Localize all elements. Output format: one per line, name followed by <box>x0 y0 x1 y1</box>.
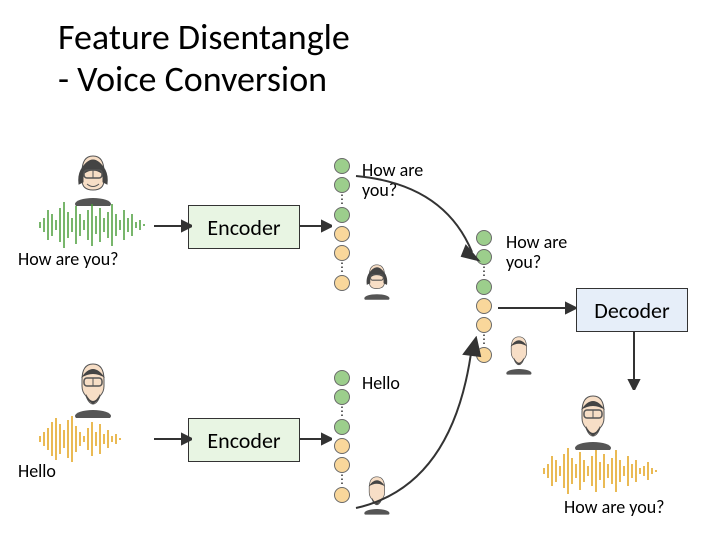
mixed-text-content: How are you? <box>506 232 586 272</box>
content-dot <box>476 279 492 295</box>
decoder-box: Decoder <box>576 288 688 332</box>
speaker-dot <box>334 438 350 454</box>
ellipsis-icon: ⋮ <box>478 268 490 276</box>
encoder-label-2: Encoder <box>207 427 280 454</box>
speaker-dot <box>334 487 350 503</box>
encoder-label-1: Encoder <box>207 214 280 241</box>
arrow-from-encoder-2 <box>298 429 332 449</box>
encoder-box-1: Encoder <box>188 205 300 249</box>
arrow-to-decoder <box>496 298 576 318</box>
output-text: How are you? <box>564 496 665 518</box>
speaker-dot <box>476 298 492 314</box>
content-dot <box>334 370 350 386</box>
title-line-2: - Voice Conversion <box>58 57 327 101</box>
speaker-dot <box>334 457 350 473</box>
arrow-from-encoder-1 <box>298 216 332 236</box>
waveform-orange-output <box>540 446 680 496</box>
ellipsis-icon: ⋮ <box>336 196 348 204</box>
speaker-dot <box>334 226 350 242</box>
content-dot <box>334 389 350 405</box>
encoder-box-2: Encoder <box>188 418 300 462</box>
arrow-from-decoder <box>624 330 644 390</box>
waveform-green-1 <box>36 200 156 250</box>
content-dot <box>334 419 350 435</box>
input-text-1: How are you? <box>18 248 119 270</box>
ellipsis-icon: ⋮ <box>336 408 348 416</box>
arrow-speaker-to-mix <box>354 336 484 516</box>
title-line-1: Feature Disentangle <box>58 15 350 59</box>
waveform-orange-1 <box>36 414 156 464</box>
content-dot <box>334 177 350 193</box>
arrow-to-encoder-2 <box>152 429 192 449</box>
feature-column-2: ⋮ ⋮ <box>334 370 350 503</box>
ellipsis-icon: ⋮ <box>336 264 348 272</box>
avatar-female-small-1 <box>358 262 396 303</box>
input-text-2: Hello <box>18 460 56 482</box>
arrow-content-to-mix <box>354 174 484 264</box>
decoder-label: Decoder <box>594 297 669 324</box>
content-dot <box>334 158 350 174</box>
avatar-male-small-2 <box>500 334 538 378</box>
feature-column-1: ⋮ ⋮ <box>334 158 350 291</box>
arrow-to-encoder-1 <box>152 216 192 236</box>
speaker-dot <box>334 275 350 291</box>
speaker-dot <box>476 317 492 333</box>
content-dot <box>334 207 350 223</box>
ellipsis-icon: ⋮ <box>336 476 348 484</box>
speaker-dot <box>334 245 350 261</box>
